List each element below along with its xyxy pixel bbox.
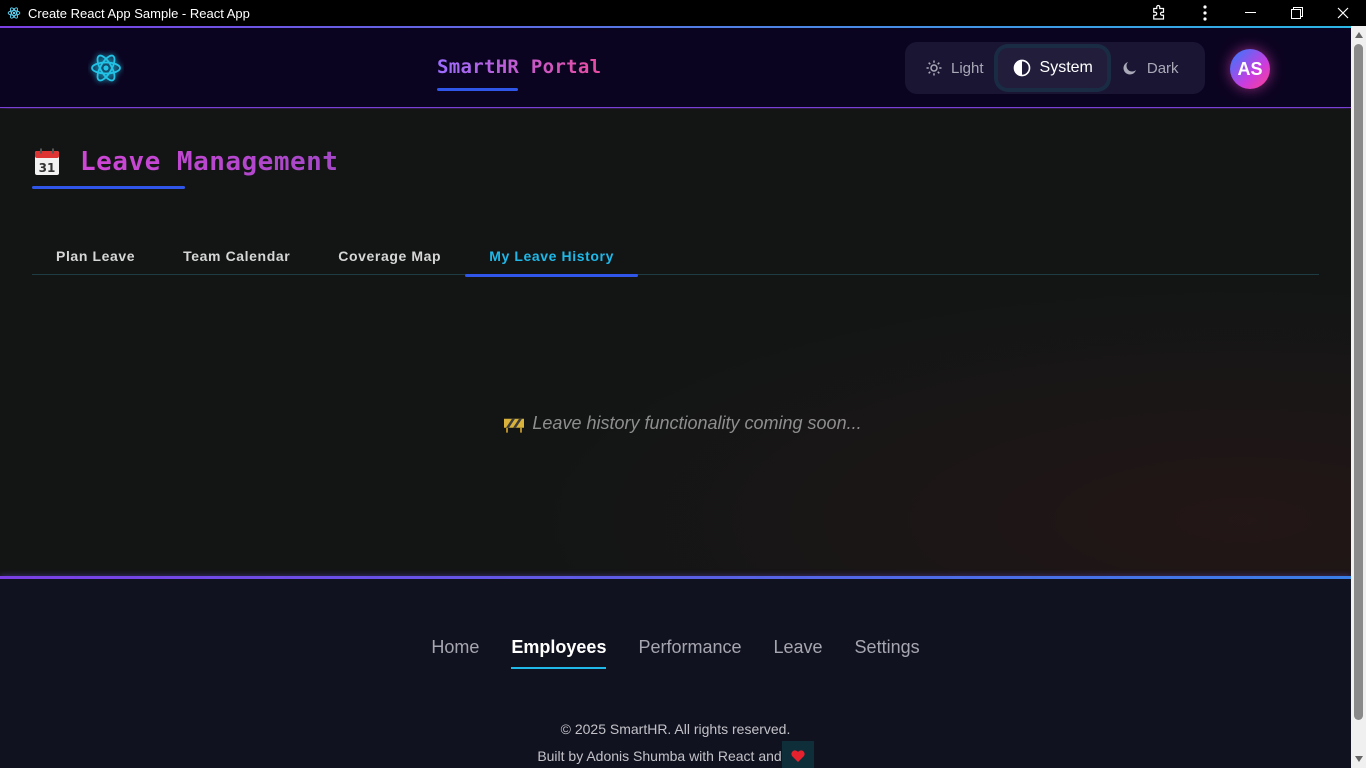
construction-barrier-icon xyxy=(504,414,525,433)
theme-option-label: Dark xyxy=(1146,59,1179,77)
app-root: SmartHR Portal Light System Dark AS 31 L… xyxy=(0,26,1351,768)
react-logo-icon[interactable] xyxy=(88,50,124,86)
half-circle-icon xyxy=(1012,58,1032,78)
theme-option-dark[interactable]: Dark xyxy=(1107,48,1193,88)
copyright-text: © 2025 SmartHR. All rights reserved. xyxy=(560,721,791,737)
footer-nav: Home Employees Performance Leave Setting… xyxy=(0,637,1351,669)
footer-link-performance[interactable]: Performance xyxy=(638,637,741,667)
minimize-icon[interactable] xyxy=(1228,0,1274,26)
theme-switcher: Light System Dark xyxy=(905,42,1205,94)
footer-link-home[interactable]: Home xyxy=(431,637,479,667)
brand-title[interactable]: SmartHR Portal xyxy=(437,56,601,78)
react-app-icon xyxy=(6,5,22,21)
page-title: Leave Management xyxy=(80,147,339,177)
extensions-icon[interactable] xyxy=(1136,0,1182,26)
placeholder-text: Leave history functionality coming soon.… xyxy=(532,412,862,433)
footer-link-employees[interactable]: Employees xyxy=(511,637,607,669)
theme-option-light[interactable]: Light xyxy=(911,48,998,88)
brand-underline xyxy=(437,88,518,91)
title-underline xyxy=(32,186,185,189)
page-heading: 31 Leave Management xyxy=(34,147,338,177)
more-menu-icon[interactable] xyxy=(1182,0,1228,26)
tab-coverage-map[interactable]: Coverage Map xyxy=(314,237,465,275)
calendar-icon: 31 xyxy=(34,148,60,176)
built-by-text: Built by Adonis Shumba with React and xyxy=(537,748,782,764)
moon-icon xyxy=(1121,59,1139,77)
placeholder-message: Leave history functionality coming soon.… xyxy=(0,413,1351,438)
app-header: SmartHR Portal Light System Dark AS xyxy=(0,28,1351,108)
scroll-up-icon[interactable] xyxy=(1351,28,1366,42)
close-icon[interactable] xyxy=(1320,0,1366,26)
restore-icon[interactable] xyxy=(1274,0,1320,26)
footer-link-leave[interactable]: Leave xyxy=(774,637,823,667)
sun-icon xyxy=(925,59,943,77)
scrollbar-thumb[interactable] xyxy=(1354,44,1363,720)
main-content: 31 Leave Management Plan Leave Team Cale… xyxy=(0,109,1351,576)
built-by-line: Built by Adonis Shumba with React and xyxy=(0,741,1351,768)
tab-plan-leave[interactable]: Plan Leave xyxy=(32,237,159,275)
window-titlebar: Create React App Sample - React App xyxy=(0,0,1366,26)
window-title: Create React App Sample - React App xyxy=(28,5,250,21)
tab-my-leave-history[interactable]: My Leave History xyxy=(465,237,638,277)
page-scrollbar[interactable] xyxy=(1351,26,1366,768)
footer-link-settings[interactable]: Settings xyxy=(855,637,920,667)
app-footer: Home Employees Performance Leave Setting… xyxy=(0,579,1351,768)
theme-option-label: System xyxy=(1039,59,1093,76)
user-avatar[interactable]: AS xyxy=(1230,49,1270,89)
tab-team-calendar[interactable]: Team Calendar xyxy=(159,237,314,275)
scroll-down-icon[interactable] xyxy=(1351,752,1366,766)
heart-icon xyxy=(781,741,814,768)
theme-option-system[interactable]: System xyxy=(997,48,1107,88)
svg-text:31: 31 xyxy=(39,161,56,175)
leave-tabs: Plan Leave Team Calendar Coverage Map My… xyxy=(32,237,1319,277)
theme-option-label: Light xyxy=(951,59,984,77)
